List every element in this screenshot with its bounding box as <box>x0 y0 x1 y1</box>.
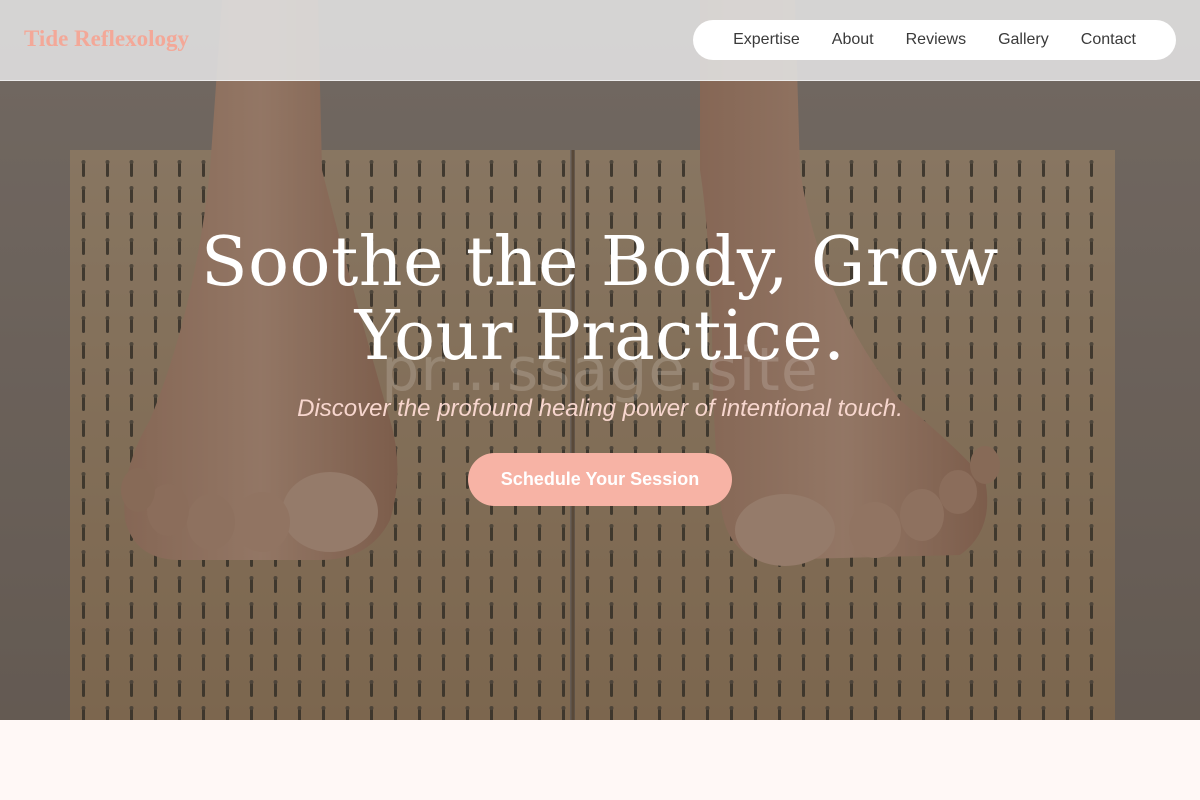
hero-title: Soothe the Body, Grow Your Practice. <box>150 226 1050 374</box>
schedule-session-button[interactable]: Schedule Your Session <box>468 453 732 506</box>
nav-link-expertise[interactable]: Expertise <box>733 31 800 49</box>
brand-logo[interactable]: Tide Reflexology <box>24 26 189 52</box>
site-header: Tide Reflexology Expertise About Reviews… <box>0 0 1200 81</box>
nav-link-about[interactable]: About <box>832 31 874 49</box>
next-section <box>0 720 1200 800</box>
nav-link-gallery[interactable]: Gallery <box>998 31 1049 49</box>
main-nav: Expertise About Reviews Gallery Contact <box>693 20 1176 60</box>
nav-link-contact[interactable]: Contact <box>1081 31 1136 49</box>
hero-section: pr…ssage.site Soothe the Body, Grow Your… <box>0 0 1200 720</box>
hero-title-line-2: Your Practice. <box>354 297 846 376</box>
hero-subtitle: Discover the profound healing power of i… <box>297 395 903 422</box>
hero-title-line-1: Soothe the Body, Grow <box>201 223 999 302</box>
nav-link-reviews[interactable]: Reviews <box>906 31 966 49</box>
